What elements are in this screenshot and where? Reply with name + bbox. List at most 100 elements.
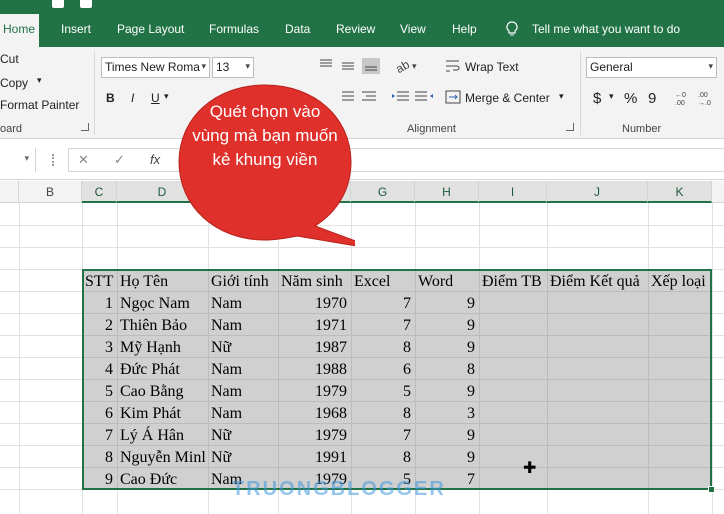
cell-word[interactable]: 9 [415, 315, 479, 337]
column-header-k[interactable]: K [648, 181, 712, 203]
cell-stt[interactable]: 4 [83, 359, 117, 381]
cell-gioi-tinh[interactable]: Nam [208, 293, 278, 315]
underline-dropdown-icon[interactable]: ▾ [164, 91, 169, 102]
cell-word[interactable]: 9 [415, 293, 479, 315]
header-cell-nam-sinh[interactable]: Năm sinh [278, 271, 351, 293]
header-cell-stt[interactable]: STT [83, 271, 117, 293]
cut-button[interactable]: Cut [0, 52, 19, 66]
select-all-corner[interactable] [0, 181, 19, 203]
font-name-select[interactable]: Times New Roma ▾ [101, 57, 210, 78]
cell-excel[interactable]: 7 [351, 425, 415, 447]
tab-view[interactable]: View [400, 22, 426, 36]
cell-ho-ten[interactable]: Cao Đức [117, 469, 208, 491]
tab-review[interactable]: Review [336, 22, 375, 36]
currency-button[interactable]: $ [593, 90, 601, 107]
header-cell-xep-loai[interactable]: Xếp loại [648, 271, 712, 293]
decimal-buttons-icon[interactable]: ←0.00.00→.0 [674, 89, 720, 107]
cell-stt[interactable]: 7 [83, 425, 117, 447]
merge-center-button[interactable]: Merge & Center [465, 91, 550, 105]
cell-excel[interactable]: 7 [351, 293, 415, 315]
cell-gioi-tinh[interactable]: Nam [208, 315, 278, 337]
column-header-j[interactable]: J [547, 181, 648, 203]
cell-word[interactable]: 3 [415, 403, 479, 425]
column-header-c[interactable]: C [82, 181, 117, 203]
cell-ho-ten[interactable]: Nguyễn Minl [117, 447, 208, 469]
format-painter-button[interactable]: Format Painter [0, 98, 79, 112]
indent-icons[interactable] [391, 89, 435, 105]
currency-dropdown-icon[interactable]: ▾ [609, 91, 614, 102]
cell-excel[interactable]: 8 [351, 447, 415, 469]
column-header-b[interactable]: B [19, 181, 82, 203]
formula-input[interactable] [68, 148, 724, 172]
cell-excel[interactable]: 6 [351, 359, 415, 381]
clipboard-launcher-icon[interactable] [81, 123, 89, 131]
column-header-l[interactable] [712, 181, 724, 203]
header-cell-diem-ket-qua[interactable]: Điểm Kết quả [547, 271, 648, 293]
tab-page-layout[interactable]: Page Layout [117, 22, 184, 36]
cell-stt[interactable]: 2 [83, 315, 117, 337]
merge-dropdown-icon[interactable]: ▾ [559, 91, 564, 102]
cell-ho-ten[interactable]: Thiên Bảo [117, 315, 208, 337]
header-cell-ho-ten[interactable]: Họ Tên [117, 271, 208, 293]
column-header-i[interactable]: I [479, 181, 547, 203]
column-header-h[interactable]: H [415, 181, 479, 203]
cell-nam-sinh[interactable]: 1987 [278, 337, 351, 359]
number-format-select[interactable]: General ▾ [586, 57, 717, 78]
underline-button[interactable]: U [151, 91, 160, 105]
cell-ho-ten[interactable]: Mỹ Hạnh [117, 337, 208, 359]
cell-excel[interactable]: 7 [351, 315, 415, 337]
cell-nam-sinh[interactable]: 1968 [278, 403, 351, 425]
cell-nam-sinh[interactable]: 1970 [278, 293, 351, 315]
cell-gioi-tinh[interactable]: Nữ [208, 447, 278, 469]
quick-access-save-icon[interactable] [80, 0, 92, 8]
comma-style-button[interactable]: 9 [648, 90, 656, 107]
tell-me-search[interactable]: Tell me what you want to do [532, 22, 680, 36]
cell-word[interactable]: 9 [415, 425, 479, 447]
cell-stt[interactable]: 6 [83, 403, 117, 425]
cell-gioi-tinh[interactable]: Nam [208, 359, 278, 381]
fill-handle[interactable] [708, 486, 715, 493]
orientation-icon[interactable]: ab ▾ [394, 57, 420, 75]
vertical-align-icons[interactable] [318, 57, 382, 75]
cell-nam-sinh[interactable]: 1991 [278, 447, 351, 469]
cell-gioi-tinh[interactable]: Nam [208, 403, 278, 425]
cell-nam-sinh[interactable]: 1979 [278, 425, 351, 447]
column-header-g[interactable]: G [351, 181, 415, 203]
cell-gioi-tinh[interactable]: Nữ [208, 337, 278, 359]
header-cell-word[interactable]: Word [415, 271, 479, 293]
cell-stt[interactable]: 1 [83, 293, 117, 315]
cell-nam-sinh[interactable]: 1979 [278, 381, 351, 403]
alignment-launcher-icon[interactable] [566, 123, 574, 131]
tab-formulas[interactable]: Formulas [209, 22, 259, 36]
cell-word[interactable]: 9 [415, 337, 479, 359]
cell-stt[interactable]: 5 [83, 381, 117, 403]
cell-word[interactable]: 9 [415, 381, 479, 403]
cell-word[interactable]: 9 [415, 447, 479, 469]
font-size-select[interactable]: 13 ▾ [212, 57, 254, 78]
cell-nam-sinh[interactable]: 1988 [278, 359, 351, 381]
copy-dropdown-icon[interactable]: ▾ [37, 75, 42, 86]
cell-gioi-tinh[interactable]: Nam [208, 381, 278, 403]
bold-button[interactable]: B [106, 91, 115, 105]
cell-excel[interactable]: 5 [351, 381, 415, 403]
cell-ho-ten[interactable]: Đức Phát [117, 359, 208, 381]
cell-stt[interactable]: 9 [83, 469, 117, 491]
header-cell-excel[interactable]: Excel [351, 271, 415, 293]
header-cell-gioi-tinh[interactable]: Giới tính [208, 271, 278, 293]
header-cell-diem-tb[interactable]: Điểm TB [479, 271, 547, 293]
cell-ho-ten[interactable]: Cao Bằng [117, 381, 208, 403]
cell-gioi-tinh[interactable]: Nữ [208, 425, 278, 447]
tab-home[interactable]: Home [0, 14, 40, 47]
cell-stt[interactable]: 8 [83, 447, 117, 469]
percent-button[interactable]: % [624, 90, 637, 107]
cell-stt[interactable]: 3 [83, 337, 117, 359]
tab-help[interactable]: Help [452, 22, 477, 36]
quick-access-search-icon[interactable] [52, 0, 64, 8]
name-box[interactable]: ▾ [0, 148, 36, 172]
italic-button[interactable]: I [131, 91, 134, 105]
tab-data[interactable]: Data [285, 22, 310, 36]
cell-excel[interactable]: 8 [351, 403, 415, 425]
copy-button[interactable]: Copy [0, 76, 28, 90]
cell-ho-ten[interactable]: Kim Phát [117, 403, 208, 425]
cell-excel[interactable]: 8 [351, 337, 415, 359]
